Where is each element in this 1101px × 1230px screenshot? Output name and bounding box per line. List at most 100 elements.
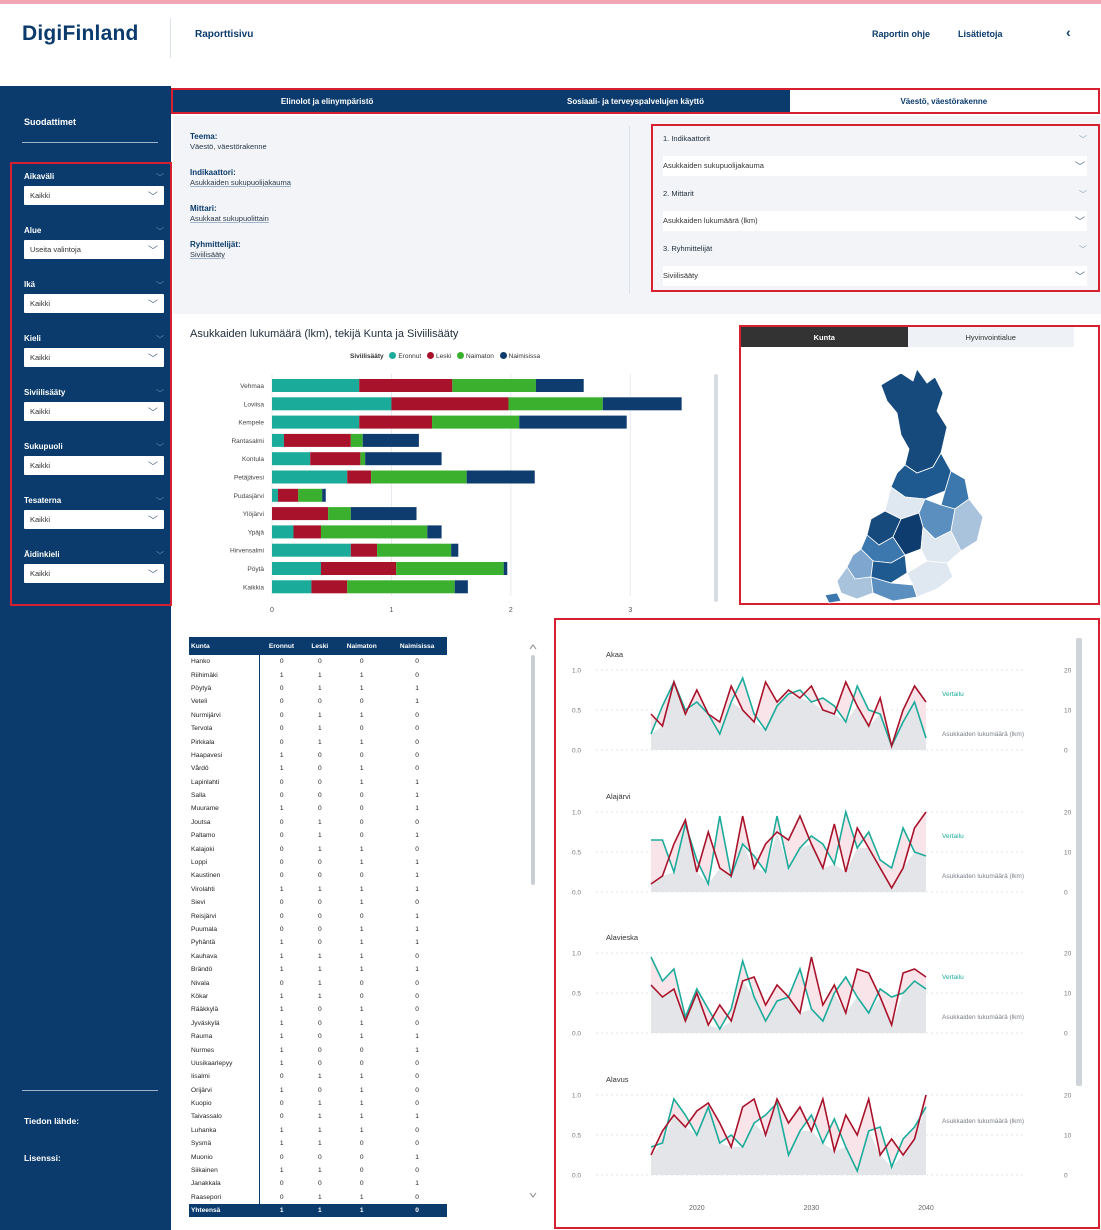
table-row[interactable]: Kuopio 0 1 1 0	[189, 1096, 447, 1111]
table-row[interactable]: Veteli 0 0 0 1	[189, 695, 447, 709]
table-row[interactable]: Kaustinen 0 0 0 1	[189, 869, 447, 883]
table-row[interactable]: Muurame 1 0 0 1	[189, 802, 447, 816]
col-header-naimisissa[interactable]: Naimisissa	[387, 637, 447, 655]
table-row[interactable]: Kauhava 1 1 1 0	[189, 949, 447, 963]
table-row[interactable]: Reisjärvi 0 0 0 1	[189, 909, 447, 923]
bar-segment-naimaton[interactable]	[320, 525, 428, 539]
bar-chart-scrollbar[interactable]	[714, 374, 718, 602]
bar-segment-leski[interactable]	[347, 470, 372, 484]
bar-segment-leski[interactable]	[391, 397, 509, 411]
table-row[interactable]: Nurmes 1 0 0 1	[189, 1043, 447, 1057]
bar-segment-eronnut[interactable]	[272, 452, 311, 466]
tab-sote-kaytto[interactable]: Sosiaali- ja terveyspalvelujen käyttö	[481, 90, 790, 112]
table-row[interactable]: Jyväskylä 1 0 1 0	[189, 1016, 447, 1030]
table-row[interactable]: Salla 0 0 0 1	[189, 788, 447, 803]
col-header-kunta[interactable]: Kunta	[189, 637, 260, 655]
filter-select-ika[interactable]: Kaikki ﹀	[24, 294, 164, 313]
table-row[interactable]: Iisalmi 0 1 1 0	[189, 1070, 447, 1084]
legend-item-naimaton[interactable]: Naimaton	[457, 352, 494, 360]
table-row[interactable]: Vårdö 1 0 1 0	[189, 762, 447, 776]
table-row[interactable]: Luhanka 1 1 1 0	[189, 1123, 447, 1138]
bar-segment-naimaton[interactable]	[360, 452, 366, 466]
bar-segment-naimisissa[interactable]	[519, 415, 627, 429]
bar-segment-naimisissa[interactable]	[535, 379, 584, 392]
bar-segment-eronnut[interactable]	[272, 379, 360, 392]
bar-segment-leski[interactable]	[310, 452, 361, 466]
table-row[interactable]: Sievi 0 0 1 0	[189, 896, 447, 910]
bar-segment-naimaton[interactable]	[452, 379, 536, 392]
table-row[interactable]: Muonio 0 0 0 1	[189, 1150, 447, 1164]
table-row[interactable]: Pirkkala 0 1 1 0	[189, 735, 447, 749]
bar-segment-naimisissa[interactable]	[602, 397, 682, 411]
filter-select-siviilisaaty[interactable]: Kaikki ﹀	[24, 402, 164, 421]
bar-segment-eronnut[interactable]	[272, 580, 312, 594]
table-row[interactable]: Siikainen 1 1 0 0	[189, 1163, 447, 1178]
tab-vaesto[interactable]: Väestö, väestörakenne	[789, 90, 1098, 112]
report-help-link[interactable]: Raportin ohje	[872, 29, 930, 39]
bar-segment-naimisissa[interactable]	[427, 525, 442, 539]
more-info-link[interactable]: Lisätietoja	[958, 29, 1003, 39]
table-scrollbar[interactable]	[529, 643, 537, 1203]
table-row[interactable]: Joutsa 0 1 0 0	[189, 815, 447, 830]
bar-segment-naimaton[interactable]	[350, 433, 363, 447]
bar-segment-naimaton[interactable]	[508, 397, 603, 411]
bar-segment-naimaton[interactable]	[347, 580, 455, 594]
filter-select-kieli[interactable]: Kaikki ﹀	[24, 348, 164, 367]
bar-segment-eronnut[interactable]	[272, 525, 294, 539]
table-row[interactable]: Brändö 1 1 1 1	[189, 962, 447, 977]
bar-segment-eronnut[interactable]	[272, 543, 351, 557]
legend-item-naimisissa[interactable]: Naimisissa	[499, 352, 540, 360]
chevron-down-icon[interactable]: ﹀	[156, 550, 164, 561]
table-row[interactable]: Hanko 0 0 0 0	[189, 655, 447, 669]
small-multiples-scrollbar[interactable]	[1076, 638, 1082, 1086]
indicator-dropdown[interactable]: Siviilisääty ﹀	[663, 266, 1087, 286]
chevron-down-icon[interactable]: ﹀	[156, 172, 164, 183]
table-row[interactable]: Rauma 1 0 1 1	[189, 1029, 447, 1044]
table-row[interactable]: Kökar 1 1 0 0	[189, 989, 447, 1004]
table-row[interactable]: Sysmä 1 1 0 0	[189, 1137, 447, 1151]
tab-elinolot[interactable]: Elinolot ja elinympäristö	[173, 90, 482, 112]
filter-select-sukupuoli[interactable]: Kaikki ﹀	[24, 456, 164, 475]
bar-segment-naimaton[interactable]	[377, 543, 452, 557]
bar-segment-eronnut[interactable]	[272, 397, 392, 411]
legend-item-leski[interactable]: Leski	[427, 352, 451, 360]
small-multiples-line-chart[interactable]: Akaa 0.0 0 0.5 10 1.0 20 Vertailu Asukkaiden luk…	[556, 620, 1098, 1227]
bar-segment-eronnut[interactable]	[272, 415, 360, 429]
bar-segment-eronnut[interactable]	[272, 433, 284, 447]
bar-segment-leski[interactable]	[293, 525, 321, 539]
bar-segment-naimaton[interactable]	[371, 470, 467, 484]
table-row[interactable]: Nurmijärvi 0 1 1 0	[189, 708, 447, 722]
filter-select-aikavali[interactable]: Kaikki ﹀	[24, 186, 164, 205]
map-tab-hyvinvointialue[interactable]: Hyvinvointialue	[907, 327, 1074, 347]
table-row[interactable]: Kalajoki 0 1 1 0	[189, 842, 447, 856]
chevron-down-icon[interactable]: ﹀	[1079, 189, 1087, 200]
table-row[interactable]: Riihimäki 1 1 1 0	[189, 668, 447, 682]
filter-select-alue[interactable]: Useita valintoja ﹀	[24, 240, 164, 259]
bar-segment-naimisissa[interactable]	[503, 562, 508, 575]
table-row[interactable]: Raasepori 0 1 1 0	[189, 1190, 447, 1205]
chevron-down-icon[interactable]: ﹀	[156, 280, 164, 291]
chevron-down-icon[interactable]: ﹀	[1079, 244, 1087, 255]
col-header-naimaton[interactable]: Naimaton	[335, 637, 388, 655]
table-row[interactable]: Pyhäntä 1 0 1 1	[189, 936, 447, 950]
bar-segment-leski[interactable]	[359, 415, 433, 429]
chevron-down-icon[interactable]: ﹀	[156, 226, 164, 237]
bar-segment-naimaton[interactable]	[328, 507, 351, 521]
table-row[interactable]: Virolahti 1 1 1 1	[189, 882, 447, 897]
table-row[interactable]: Haapavesi 1 0 0 0	[189, 748, 447, 763]
chevron-down-icon[interactable]: ﹀	[1079, 134, 1087, 145]
chevron-down-icon[interactable]: ﹀	[156, 334, 164, 345]
table-row[interactable]: Pöytyä 0 1 1 1	[189, 681, 447, 696]
bar-segment-naimaton[interactable]	[396, 562, 504, 575]
chevron-down-icon[interactable]: ﹀	[156, 496, 164, 507]
chevron-down-icon[interactable]: ﹀	[156, 442, 164, 453]
bar-segment-eronnut[interactable]	[272, 562, 321, 575]
bar-segment-leski[interactable]	[283, 433, 351, 447]
col-header-eronnut[interactable]: Eronnut	[259, 637, 304, 655]
filter-select-tesaterna[interactable]: Kaikki ﹀	[24, 510, 164, 529]
bar-segment-leski[interactable]	[350, 543, 378, 557]
map-tab-kunta[interactable]: Kunta	[741, 327, 908, 347]
table-row[interactable]: Nivala 0 1 0 0	[189, 976, 447, 990]
scroll-up-icon[interactable]	[529, 644, 537, 650]
table-row[interactable]: Taivassalo 0 1 1 1	[189, 1110, 447, 1124]
